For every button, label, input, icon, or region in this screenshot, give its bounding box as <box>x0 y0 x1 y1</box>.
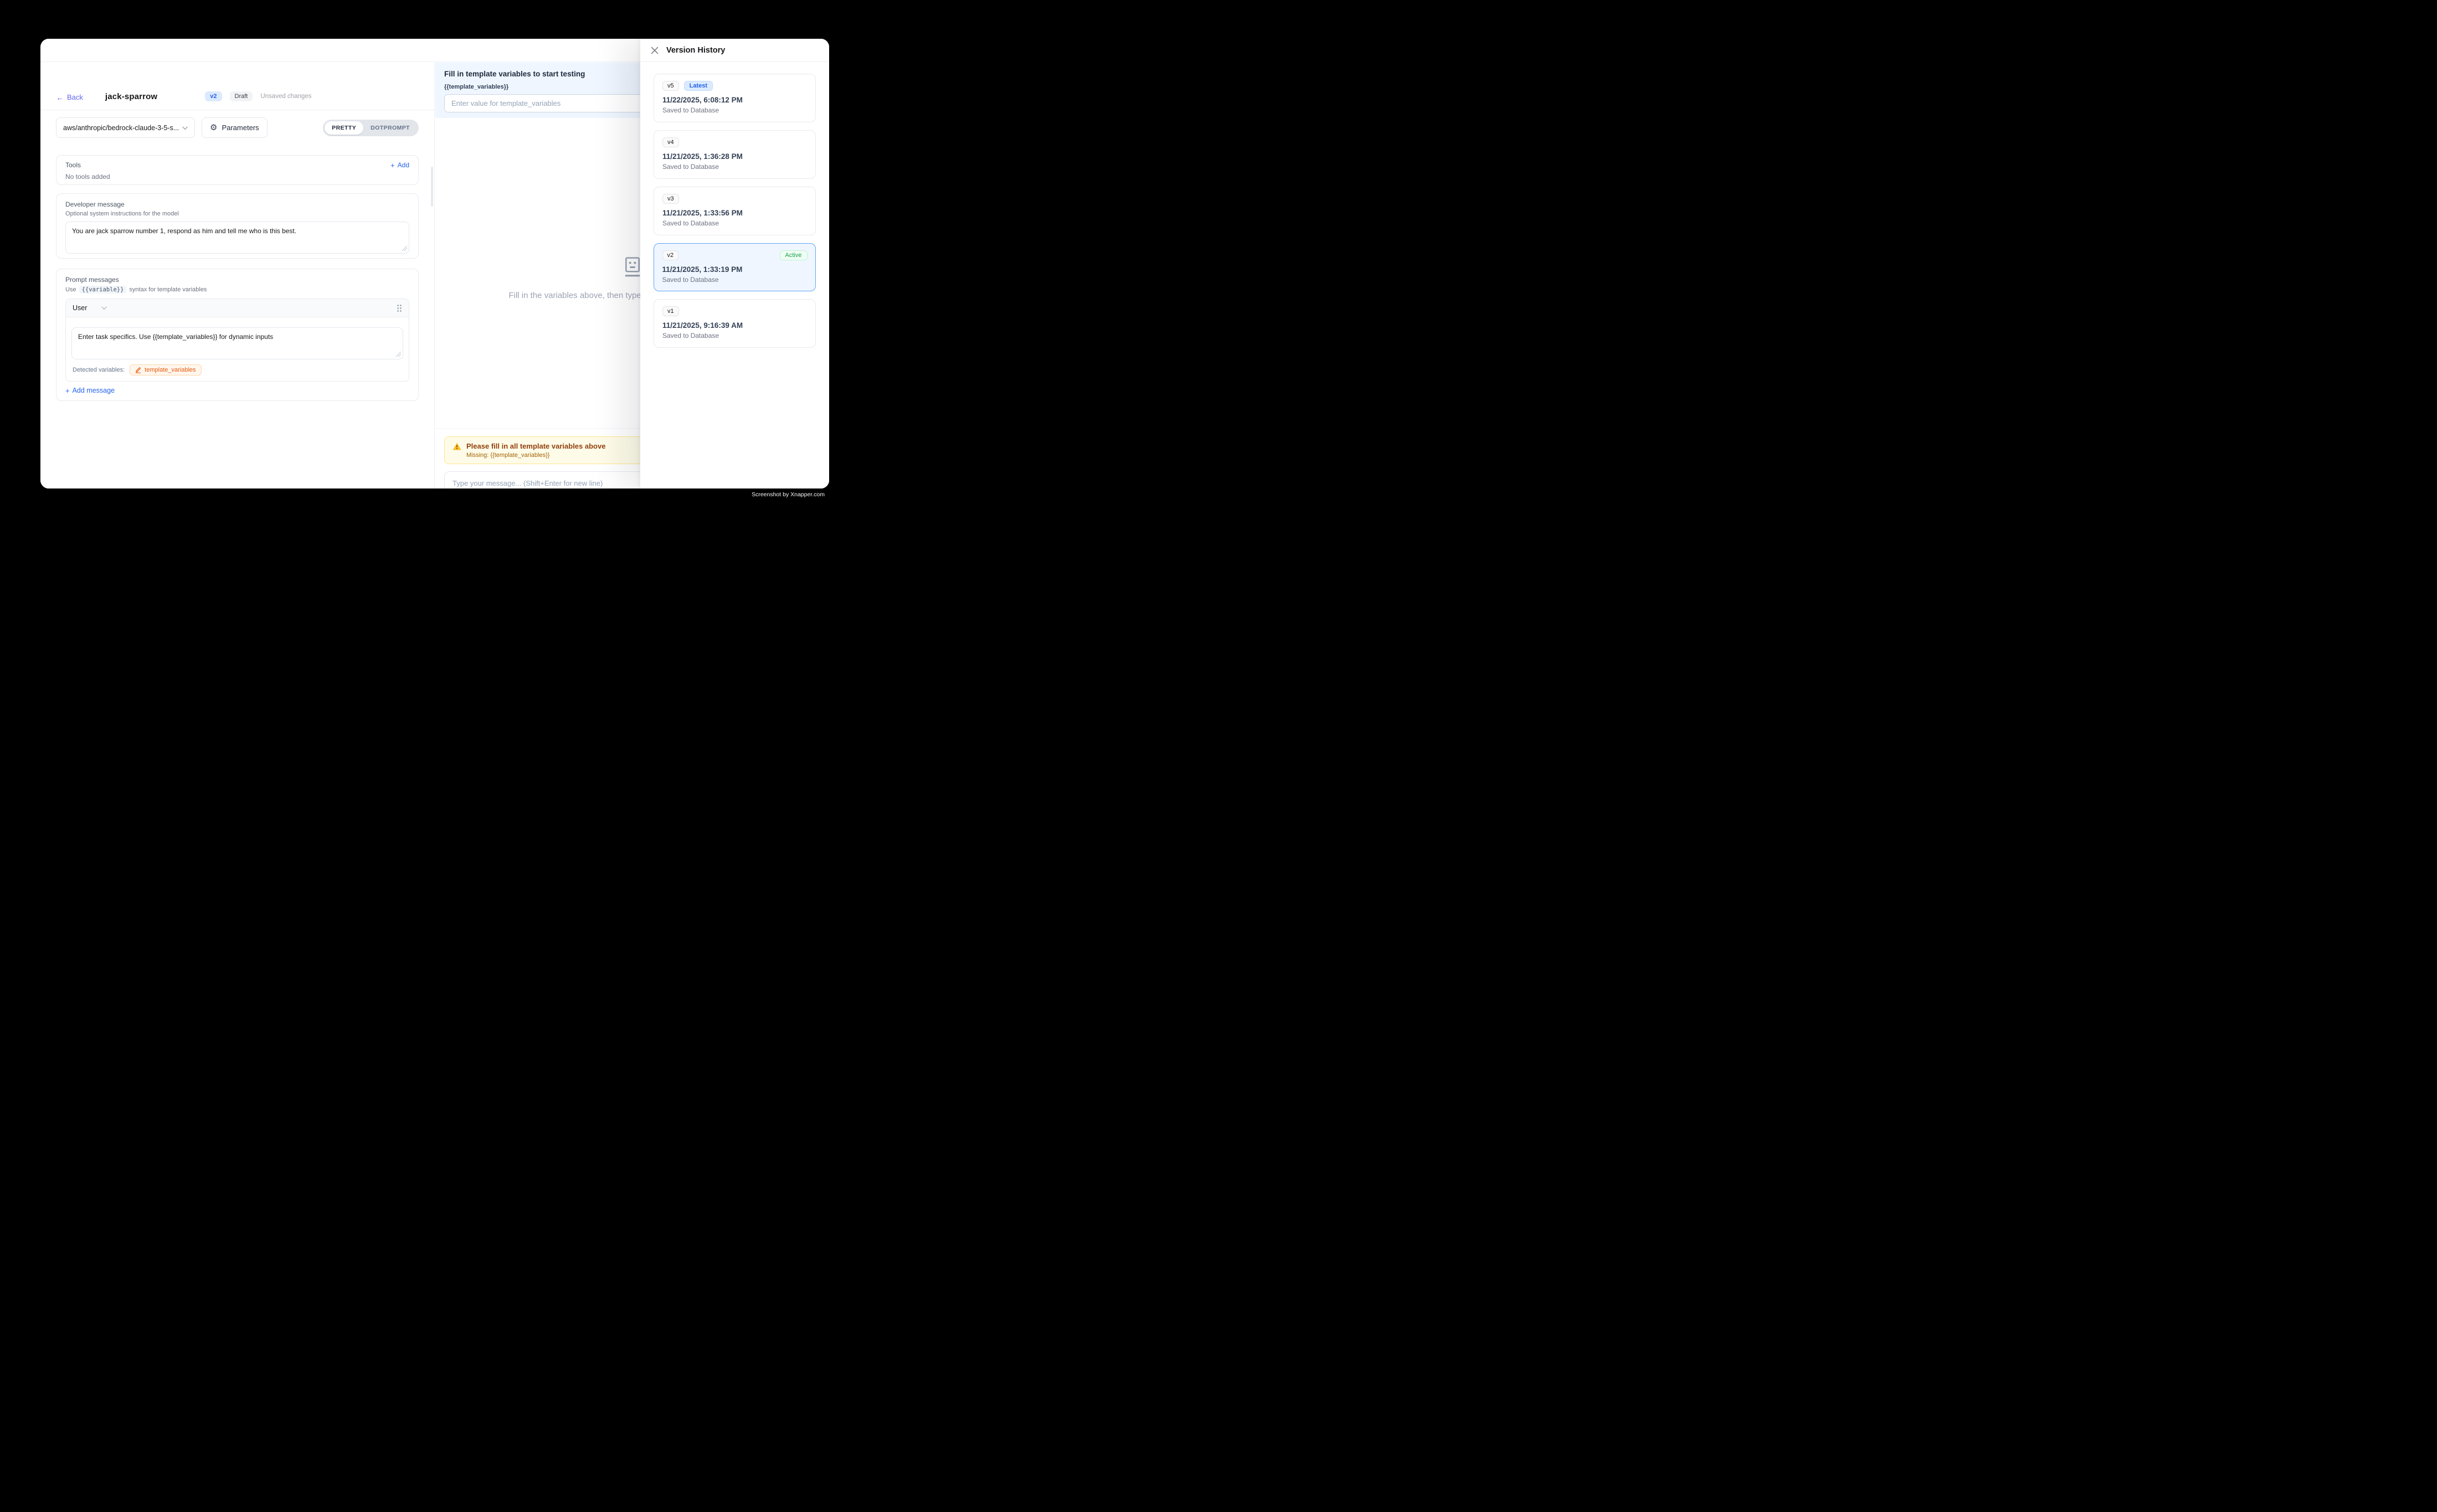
version-storage-text: Saved to Database <box>662 332 807 340</box>
prompt-message-textarea[interactable]: Enter task specifics. Use {{template_var… <box>71 327 403 359</box>
developer-message-subtitle: Optional system instructions for the mod… <box>65 210 409 217</box>
back-label: Back <box>67 93 83 101</box>
latest-badge: Latest <box>684 81 713 91</box>
version-timestamp: 11/21/2025, 9:16:39 AM <box>662 321 807 330</box>
version-history-header: Version History <box>640 39 829 62</box>
plus-icon: + <box>390 162 395 169</box>
tools-empty-text: No tools added <box>65 173 409 181</box>
screenshot-frame: { "header": { "back_label": "Back", "bac… <box>0 0 864 536</box>
version-card-v1[interactable]: v1 11/21/2025, 9:16:39 AM Saved to Datab… <box>654 299 816 348</box>
warning-triangle-icon <box>453 443 461 450</box>
hint-suffix: syntax for template variables <box>129 286 207 293</box>
variable-syntax-hint: Use {{variable}} syntax for template var… <box>65 286 409 294</box>
version-storage-text: Saved to Database <box>662 276 808 284</box>
version-timestamp: 11/22/2025, 6:08:12 PM <box>662 96 807 104</box>
tools-title: Tools <box>65 161 81 169</box>
bot-face-icon <box>623 256 642 277</box>
version-number-badge: v3 <box>662 194 679 204</box>
version-card-v2-active[interactable]: v2 Active 11/21/2025, 1:33:19 PM Saved t… <box>654 243 816 291</box>
drag-handle-icon[interactable] <box>397 304 402 312</box>
version-badge: v2 <box>205 91 222 101</box>
xnapper-watermark: Screenshot by Xnapper.com <box>752 491 825 498</box>
developer-message-textarea-wrap: You are jack sparrow number 1, respond a… <box>65 222 409 254</box>
back-button[interactable]: ← Back <box>56 93 83 101</box>
version-timestamp: 11/21/2025, 1:36:28 PM <box>662 152 807 161</box>
unsaved-changes-text: Unsaved changes <box>260 93 311 100</box>
version-number-badge: v4 <box>662 137 679 147</box>
parameters-label: Parameters <box>222 124 259 132</box>
prompt-textarea-wrap: Enter task specifics. Use {{template_var… <box>71 327 403 359</box>
editor-scrollbar-thumb[interactable] <box>431 167 433 207</box>
chevron-down-icon <box>101 303 107 313</box>
detected-variables-row: Detected variables: template_variables <box>71 364 403 377</box>
add-tool-button[interactable]: + Add <box>390 161 409 169</box>
prompt-messages-title: Prompt messages <box>65 276 409 284</box>
version-storage-text: Saved to Database <box>662 163 807 171</box>
prompt-messages-card: Prompt messages Use {{variable}} syntax … <box>56 269 419 401</box>
toggle-pretty[interactable]: PRETTY <box>325 121 363 135</box>
warning-title: Please fill in all template variables ab… <box>466 442 605 450</box>
page-header: ← Back jack-sparrow v2 Draft Unsaved cha… <box>40 63 434 110</box>
add-tool-label: Add <box>398 161 409 169</box>
add-message-label: Add message <box>73 387 115 394</box>
header-badges: v2 Draft Unsaved changes <box>205 91 311 101</box>
page-title: jack-sparrow <box>105 92 157 101</box>
app-window: ← Back jack-sparrow v2 Draft Unsaved cha… <box>40 39 829 488</box>
template-variable-name: template_variables <box>145 367 196 373</box>
model-toolbar: aws/anthropic/bedrock-claude-3-5-s... ⚙ … <box>56 117 419 138</box>
version-card-v4[interactable]: v4 11/21/2025, 1:36:28 PM Saved to Datab… <box>654 130 816 179</box>
pencil-icon <box>135 367 141 373</box>
model-selector-value: aws/anthropic/bedrock-claude-3-5-s... <box>63 124 179 132</box>
active-badge: Active <box>780 250 808 260</box>
detected-variables-label: Detected variables: <box>73 367 125 373</box>
view-mode-toggle: PRETTY DOTPROMPT <box>323 120 419 136</box>
version-number-badge: v2 <box>662 250 679 260</box>
version-list: v5 Latest 11/22/2025, 6:08:12 PM Saved t… <box>640 62 829 359</box>
version-number-badge: v5 <box>662 81 679 91</box>
parameters-button[interactable]: ⚙ Parameters <box>202 117 268 138</box>
gear-icon: ⚙ <box>210 124 217 132</box>
developer-message-card: Developer message Optional system instru… <box>56 193 419 259</box>
model-selector-dropdown[interactable]: aws/anthropic/bedrock-claude-3-5-s... <box>56 117 195 138</box>
back-arrow-icon: ← <box>56 94 64 101</box>
version-history-title: Version History <box>666 46 725 55</box>
version-card-v3[interactable]: v3 11/21/2025, 1:33:56 PM Saved to Datab… <box>654 187 816 235</box>
version-number-badge: v1 <box>662 306 679 316</box>
tools-card: Tools + Add No tools added <box>56 155 419 185</box>
role-selector-dropdown[interactable]: User <box>73 303 107 313</box>
version-history-drawer: Version History v5 Latest 11/22/2025, 6:… <box>640 39 829 488</box>
editor-body: aws/anthropic/bedrock-claude-3-5-s... ⚙ … <box>40 117 434 401</box>
variable-code-chip: {{variable}} <box>79 286 127 294</box>
prompt-message-item: User <box>65 299 409 382</box>
role-value: User <box>73 304 87 312</box>
plus-icon: + <box>65 387 70 394</box>
version-storage-text: Saved to Database <box>662 219 807 227</box>
chevron-down-icon <box>182 123 188 133</box>
developer-message-textarea[interactable]: You are jack sparrow number 1, respond a… <box>65 222 409 254</box>
close-icon <box>651 47 659 54</box>
draft-status-badge: Draft <box>230 91 253 101</box>
add-message-button[interactable]: + Add message <box>65 387 409 394</box>
message-role-header: User <box>66 299 409 317</box>
hint-prefix: Use <box>65 286 76 293</box>
toggle-dotprompt[interactable]: DOTPROMPT <box>363 121 417 135</box>
version-storage-text: Saved to Database <box>662 106 807 114</box>
close-drawer-button[interactable] <box>651 47 659 54</box>
version-timestamp: 11/21/2025, 1:33:56 PM <box>662 209 807 217</box>
template-variable-badge[interactable]: template_variables <box>130 364 201 376</box>
version-timestamp: 11/21/2025, 1:33:19 PM <box>662 265 808 274</box>
prompt-editor-panel: ← Back jack-sparrow v2 Draft Unsaved cha… <box>40 63 435 488</box>
message-body: Enter task specifics. Use {{template_var… <box>66 317 409 381</box>
developer-message-title: Developer message <box>65 200 409 208</box>
version-card-v5[interactable]: v5 Latest 11/22/2025, 6:08:12 PM Saved t… <box>654 74 816 122</box>
